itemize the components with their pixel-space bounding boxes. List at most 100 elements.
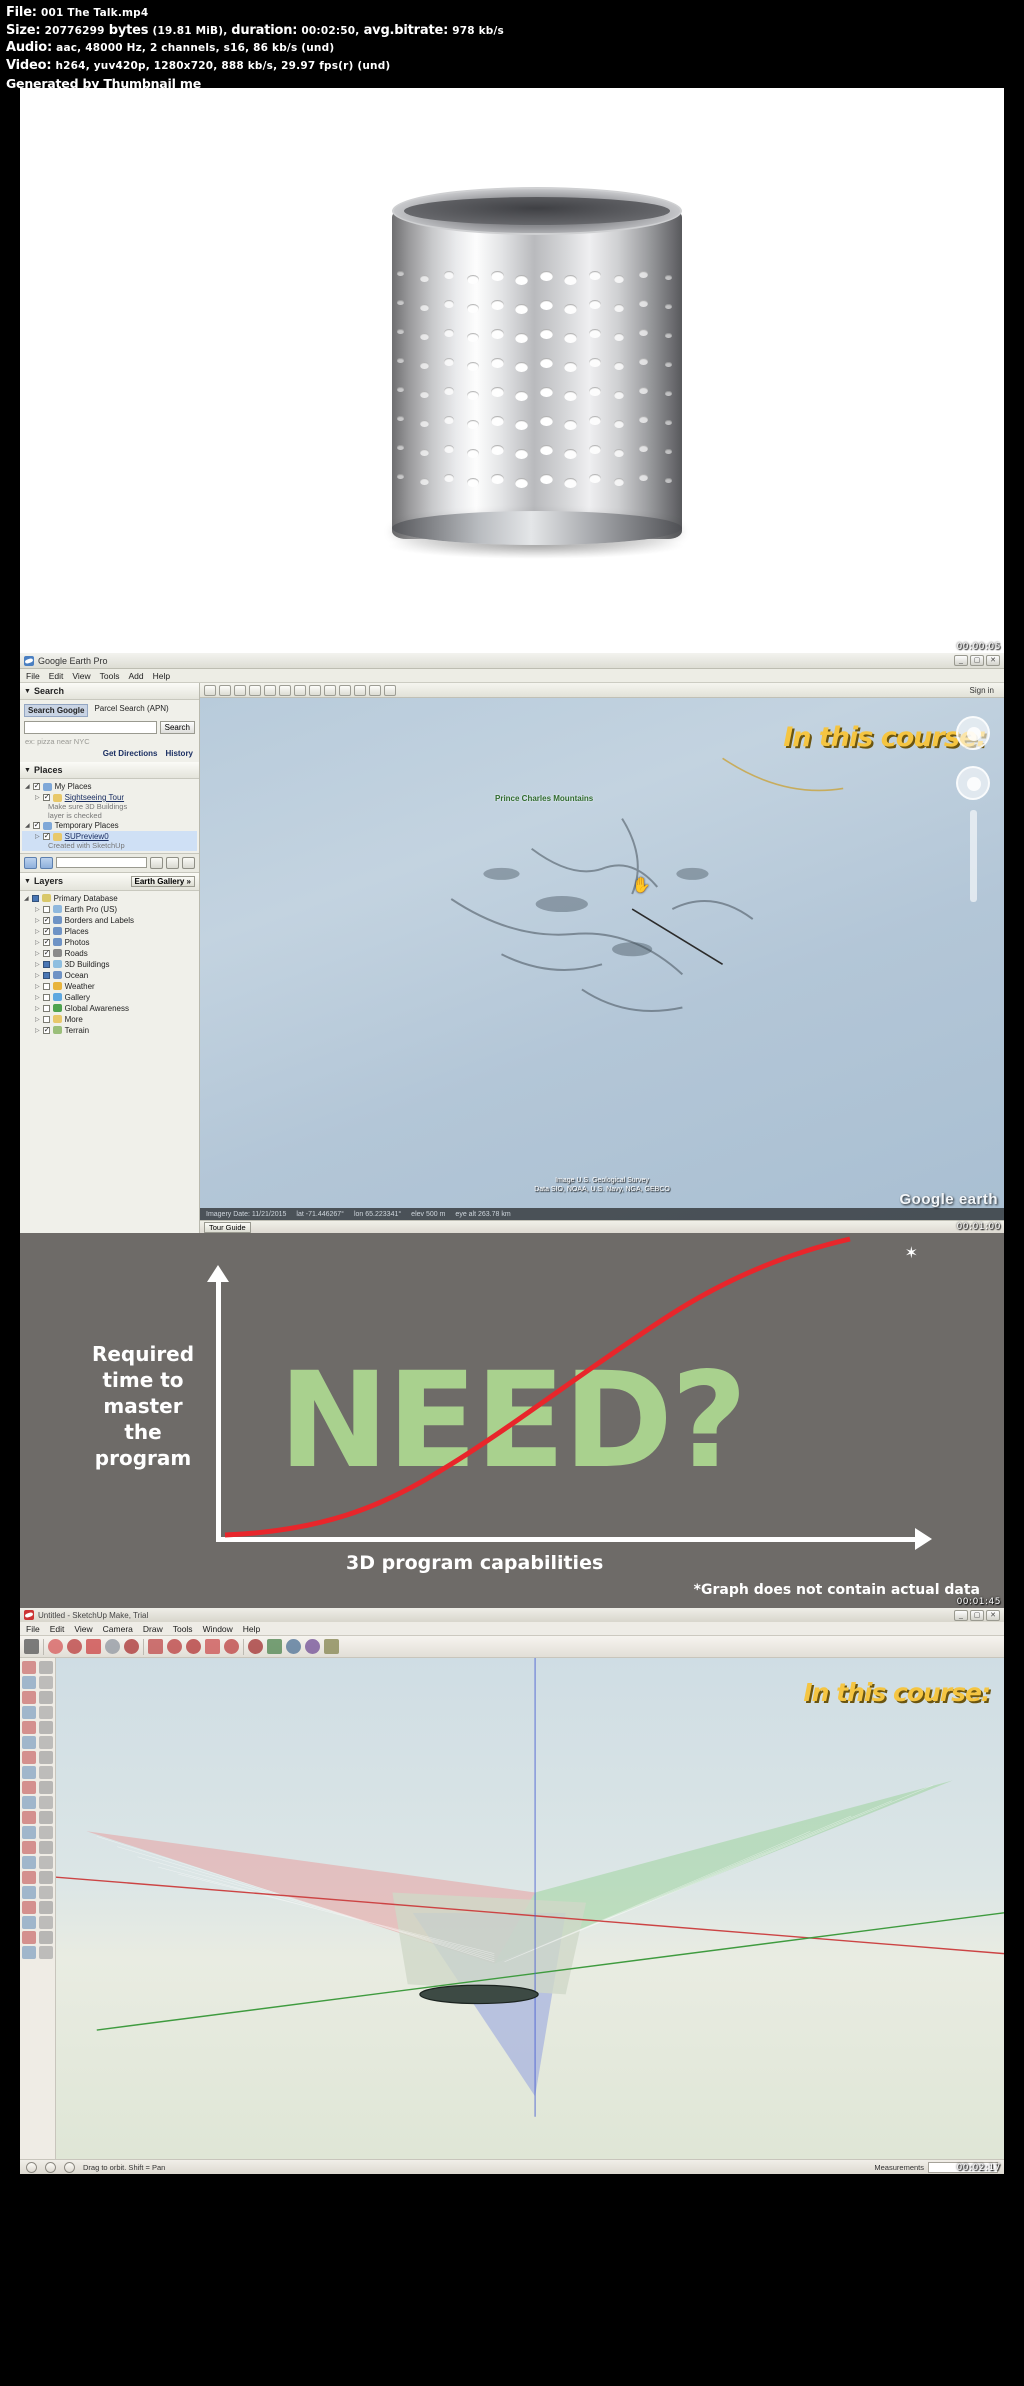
menu-item-view[interactable]: View — [74, 1624, 92, 1634]
component-icon[interactable] — [22, 1901, 36, 1914]
menu-item-file[interactable]: File — [26, 671, 40, 681]
layers-tree-item[interactable]: ▷ Global Awareness — [22, 1003, 197, 1014]
checkbox[interactable] — [42, 915, 50, 924]
menu-item-draw[interactable]: Draw — [143, 1624, 163, 1634]
history-link[interactable]: History — [165, 749, 193, 758]
menu-item-add[interactable]: Add — [128, 671, 143, 681]
push-pull-icon[interactable] — [38, 1721, 53, 1734]
close-button[interactable]: ✕ — [986, 655, 1000, 666]
polygon-icon[interactable] — [22, 1721, 36, 1734]
outliner-icon[interactable] — [38, 1946, 53, 1959]
rotate-icon[interactable] — [38, 1751, 53, 1764]
search-section-header[interactable]: ▼ Search — [20, 683, 199, 700]
dimension-icon[interactable] — [22, 1781, 36, 1794]
expand-arrow-icon[interactable]: ▷ — [35, 906, 40, 913]
search-tabs[interactable]: Search Google Parcel Search (APN) — [20, 700, 199, 719]
checkbox[interactable] — [42, 982, 50, 990]
scale-icon[interactable] — [22, 1766, 36, 1779]
checkbox[interactable] — [32, 820, 40, 829]
menu-item-edit[interactable]: Edit — [49, 671, 64, 681]
record-tour-icon[interactable] — [279, 684, 291, 696]
expand-arrow-icon[interactable]: ◢ — [24, 895, 29, 902]
expand-arrow-icon[interactable]: ▷ — [35, 917, 40, 924]
menu-item-edit[interactable]: Edit — [50, 1624, 65, 1634]
layers-tree-item[interactable]: ▷ Photos — [22, 937, 197, 948]
move-joystick-icon[interactable] — [956, 766, 990, 800]
pencil-icon[interactable] — [22, 1676, 36, 1689]
zoom-extents-icon[interactable] — [38, 1841, 53, 1854]
main-toolbar[interactable] — [20, 1636, 1004, 1658]
minimize-button[interactable]: _ — [954, 1609, 968, 1621]
pencil-icon[interactable] — [67, 1639, 82, 1654]
paint-bucket-icon[interactable] — [248, 1639, 263, 1654]
move-down-icon[interactable] — [150, 856, 163, 869]
menu-item-view[interactable]: View — [72, 671, 90, 681]
new-folder-icon[interactable] — [182, 856, 195, 869]
checkbox[interactable] — [42, 971, 50, 979]
expand-arrow-icon[interactable]: ◢ — [25, 822, 30, 829]
sidebar-toggle-icon[interactable] — [40, 856, 53, 869]
scene-icon[interactable] — [38, 1931, 53, 1944]
shadow-icon[interactable] — [22, 1916, 36, 1929]
overlay-icon[interactable] — [264, 684, 276, 696]
places-tree[interactable]: ◢My Places▷Sightseeing TourMake sure 3D … — [20, 779, 199, 853]
protractor-icon[interactable] — [38, 1781, 53, 1794]
search-icon[interactable] — [24, 856, 37, 869]
tab-search-google[interactable]: Search Google — [24, 704, 89, 717]
places-toolbar[interactable] — [20, 852, 199, 873]
rectangle-icon[interactable] — [105, 1639, 120, 1654]
select-arrow-icon[interactable] — [24, 1639, 39, 1654]
close-button[interactable]: ✕ — [986, 1609, 1000, 1621]
walk-icon[interactable] — [38, 1856, 53, 1869]
window-controls[interactable]: _ ▢ ✕ — [954, 655, 1000, 666]
layers-tree[interactable]: ◢ Primary Database ▷ Earth Pro (US) ▷ Borders… — [20, 891, 199, 1038]
ruler-icon[interactable] — [384, 684, 396, 696]
axes-icon[interactable] — [38, 1796, 53, 1809]
sky-icon[interactable] — [324, 684, 336, 696]
orbit-icon[interactable] — [267, 1639, 282, 1654]
tab-parcel-search[interactable]: Parcel Search (APN) — [94, 704, 168, 717]
section-plane-icon[interactable] — [22, 1886, 36, 1899]
expand-arrow-icon[interactable]: ▷ — [35, 1027, 40, 1034]
pan-icon[interactable] — [22, 1826, 36, 1839]
expand-arrow-icon[interactable]: ▷ — [35, 794, 40, 801]
window-controls[interactable]: _ ▢ ✕ — [954, 1609, 1000, 1621]
expand-arrow-icon[interactable]: ▷ — [35, 928, 40, 935]
layers-tree-item[interactable]: ▷ Weather — [22, 981, 197, 992]
help-icon[interactable] — [26, 2161, 37, 2173]
checkbox[interactable] — [42, 926, 50, 935]
expand-arrow-icon[interactable]: ▷ — [35, 972, 40, 979]
checkbox[interactable] — [42, 831, 50, 840]
expand-arrow-icon[interactable]: ▷ — [35, 961, 40, 968]
expand-arrow-icon[interactable]: ▷ — [35, 994, 40, 1001]
text-icon[interactable] — [22, 1796, 36, 1809]
scale-icon[interactable] — [205, 1639, 220, 1654]
checkbox[interactable] — [42, 1015, 50, 1023]
arc-icon[interactable] — [86, 1639, 101, 1654]
menu-item-camera[interactable]: Camera — [103, 1624, 133, 1634]
move-icon[interactable] — [167, 1639, 182, 1654]
orbit-icon[interactable] — [38, 1811, 53, 1824]
menu-bar[interactable]: File Edit View Tools Add Help — [20, 669, 1004, 683]
layers-tree-item[interactable]: ▷ 3D Buildings — [22, 959, 197, 970]
eraser-icon[interactable] — [38, 1661, 53, 1674]
layers-root-item[interactable]: ◢ Primary Database — [22, 893, 197, 904]
maximize-button[interactable]: ▢ — [970, 655, 984, 666]
sign-in-link[interactable]: Sign in — [970, 686, 1000, 695]
menu-item-file[interactable]: File — [26, 1624, 40, 1634]
menu-item-window[interactable]: Window — [203, 1624, 233, 1634]
checkbox[interactable] — [42, 937, 50, 946]
menu-item-help[interactable]: Help — [153, 671, 170, 681]
soften-edges-icon[interactable] — [22, 1946, 36, 1959]
places-filter-input[interactable] — [56, 857, 147, 868]
rectangle-icon[interactable] — [22, 1706, 36, 1719]
arc-icon[interactable] — [22, 1691, 36, 1704]
maximize-button[interactable]: ▢ — [970, 1609, 984, 1621]
layer-icon[interactable] — [38, 1901, 53, 1914]
expand-arrow-icon[interactable]: ▷ — [35, 950, 40, 957]
zoom-extents-icon[interactable] — [324, 1639, 339, 1654]
expand-arrow-icon[interactable]: ▷ — [35, 1005, 40, 1012]
checkbox[interactable] — [32, 781, 40, 790]
layers-tree-item[interactable]: ▷ Roads — [22, 948, 197, 959]
minimize-button[interactable]: _ — [954, 655, 968, 666]
